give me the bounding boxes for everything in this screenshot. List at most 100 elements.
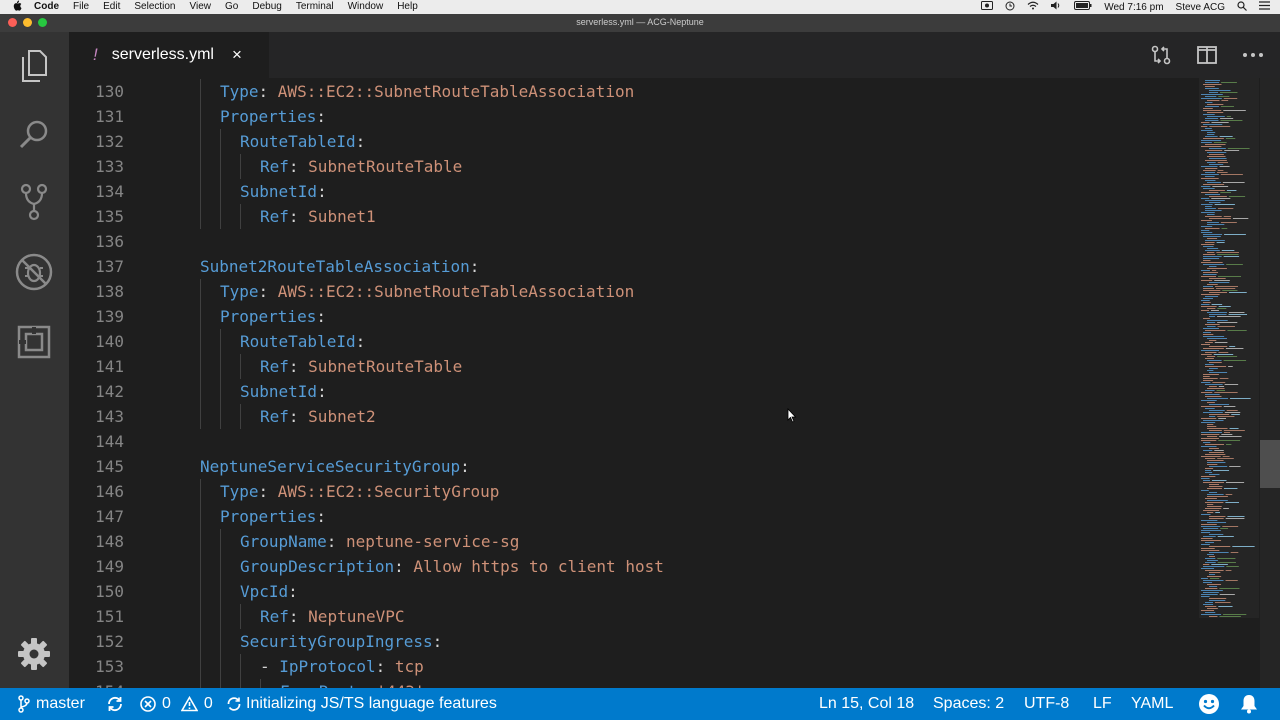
screen-record-icon[interactable] [981,1,994,13]
indent-guide [220,404,221,429]
menu-file[interactable]: File [73,0,89,14]
minimap[interactable] [1129,78,1259,688]
menu-selection[interactable]: Selection [134,0,175,14]
minimap-token [1207,182,1221,183]
cursor-position[interactable]: Ln 15, Col 18 [819,688,914,720]
code-line[interactable]: 150 VpcId: [69,579,1129,604]
menu-debug[interactable]: Debug [252,0,281,14]
yaml-key: IpProtocol [279,657,376,676]
minimap-token [1201,392,1213,393]
problems-status[interactable]: 0 0 [140,688,213,720]
battery-icon[interactable] [1074,1,1092,13]
line-number: 143 [95,407,124,426]
code-line[interactable]: 145 NeptuneServiceSecurityGroup: [69,454,1129,479]
apple-menu-icon[interactable] [12,0,22,14]
code-line[interactable]: 144 [69,429,1129,454]
vertical-scrollbar[interactable] [1260,78,1280,688]
menu-help[interactable]: Help [397,0,418,14]
code-line[interactable]: 154 FromPort: '443' [69,679,1129,688]
code-line[interactable]: 152 SecurityGroupIngress: [69,629,1129,654]
menu-go[interactable]: Go [225,0,238,14]
debug-icon[interactable] [14,252,54,292]
code-line[interactable]: 143 Ref: Subnet2 [69,404,1129,429]
code-editor[interactable]: 130 Type: AWS::EC2::SubnetRouteTableAssoc… [69,78,1280,688]
explorer-icon[interactable] [14,46,54,86]
minimap-token [1217,326,1235,327]
bell-icon[interactable] [1240,688,1258,720]
volume-icon[interactable] [1051,1,1062,13]
git-branch-status[interactable]: master [18,688,85,720]
menu-window[interactable]: Window [348,0,384,14]
sync-icon[interactable] [106,688,124,720]
code-line[interactable]: 147 Properties: [69,504,1129,529]
language-mode[interactable]: YAML [1131,688,1173,720]
code-line[interactable]: 139 Properties: [69,304,1129,329]
code-line[interactable]: 149 GroupDescription: Allow https to clie… [69,554,1129,579]
split-editor-icon[interactable] [1192,40,1222,70]
code-line[interactable]: 148 GroupName: neptune-service-sg [69,529,1129,554]
file-encoding[interactable]: UTF-8 [1024,688,1069,720]
minimap-token [1209,278,1226,279]
menu-edit[interactable]: Edit [103,0,120,14]
time-machine-icon[interactable] [1005,1,1015,14]
settings-gear-icon[interactable] [14,634,54,674]
spotlight-icon[interactable] [1237,0,1247,14]
more-actions-icon[interactable] [1238,40,1268,70]
code-text: GroupDescription: Allow https to client … [240,554,664,579]
code-text: VpcId: [240,579,298,604]
menu-app-name[interactable]: Code [34,0,59,14]
code-line[interactable]: 151 Ref: NeptuneVPC [69,604,1129,629]
minimap-token [1217,558,1236,559]
minimap-token [1203,254,1216,255]
minimap-token [1205,396,1222,397]
code-line[interactable]: 136 [69,229,1129,254]
indent-guide [200,379,201,404]
end-of-line[interactable]: LF [1093,688,1112,720]
menu-terminal[interactable]: Terminal [296,0,334,14]
minimap-token [1207,512,1214,513]
code-line[interactable]: 140 RouteTableId: [69,329,1129,354]
scrollbar-thumb[interactable] [1260,440,1280,488]
code-line[interactable]: 142 SubnetId: [69,379,1129,404]
minimap-token [1207,360,1222,361]
source-control-icon[interactable] [14,182,54,222]
minimap-token [1205,194,1221,195]
search-icon[interactable] [14,114,54,154]
minimap-token [1217,308,1227,309]
indent-guide [200,479,201,504]
minimap-token [1207,428,1228,429]
code-line[interactable]: 138 Type: AWS::EC2::SubnetRouteTableAssoc… [69,279,1129,304]
wifi-icon[interactable] [1027,1,1039,13]
code-line[interactable]: 131 Properties: [69,104,1129,129]
code-line[interactable]: 133 Ref: SubnetRouteTable [69,154,1129,179]
tab-serverless-yml[interactable]: ! serverless.yml × [69,32,269,78]
language-server-status[interactable]: Initializing JS/TS language features [226,688,497,720]
code-line[interactable]: 146 Type: AWS::EC2::SecurityGroup [69,479,1129,504]
yaml-separator: : [469,257,480,276]
tab-close-icon[interactable]: × [232,45,242,65]
minimap-token [1209,586,1218,587]
yaml-separator: : [317,182,327,201]
code-line[interactable]: 137 Subnet2RouteTableAssociation: [69,254,1129,279]
extensions-icon[interactable] [14,322,54,362]
notification-center-icon[interactable] [1259,1,1270,13]
compare-icon[interactable] [1146,40,1176,70]
minimap-token [1203,298,1214,299]
minimap-token [1222,526,1239,527]
code-line[interactable]: 141 Ref: SubnetRouteTable [69,354,1129,379]
warning-count: 0 [203,695,213,712]
minimap-token [1201,142,1212,143]
code-line[interactable]: 135 Ref: Subnet1 [69,204,1129,229]
code-line[interactable]: 134 SubnetId: [69,179,1129,204]
menubar-clock[interactable]: Wed 7:16 pm [1104,2,1163,13]
yaml-value: Subnet1 [308,207,376,226]
yaml-key: Ref [260,607,289,626]
code-line[interactable]: 132 RouteTableId: [69,129,1129,154]
menu-view[interactable]: View [190,0,212,14]
smiley-icon[interactable] [1198,688,1220,720]
indent-guide [200,129,201,154]
menubar-user[interactable]: Steve ACG [1176,2,1225,13]
indentation-setting[interactable]: Spaces: 2 [933,688,1004,720]
code-line[interactable]: 130 Type: AWS::EC2::SubnetRouteTableAssoc… [69,79,1129,104]
code-line[interactable]: 153 - IpProtocol: tcp [69,654,1129,679]
